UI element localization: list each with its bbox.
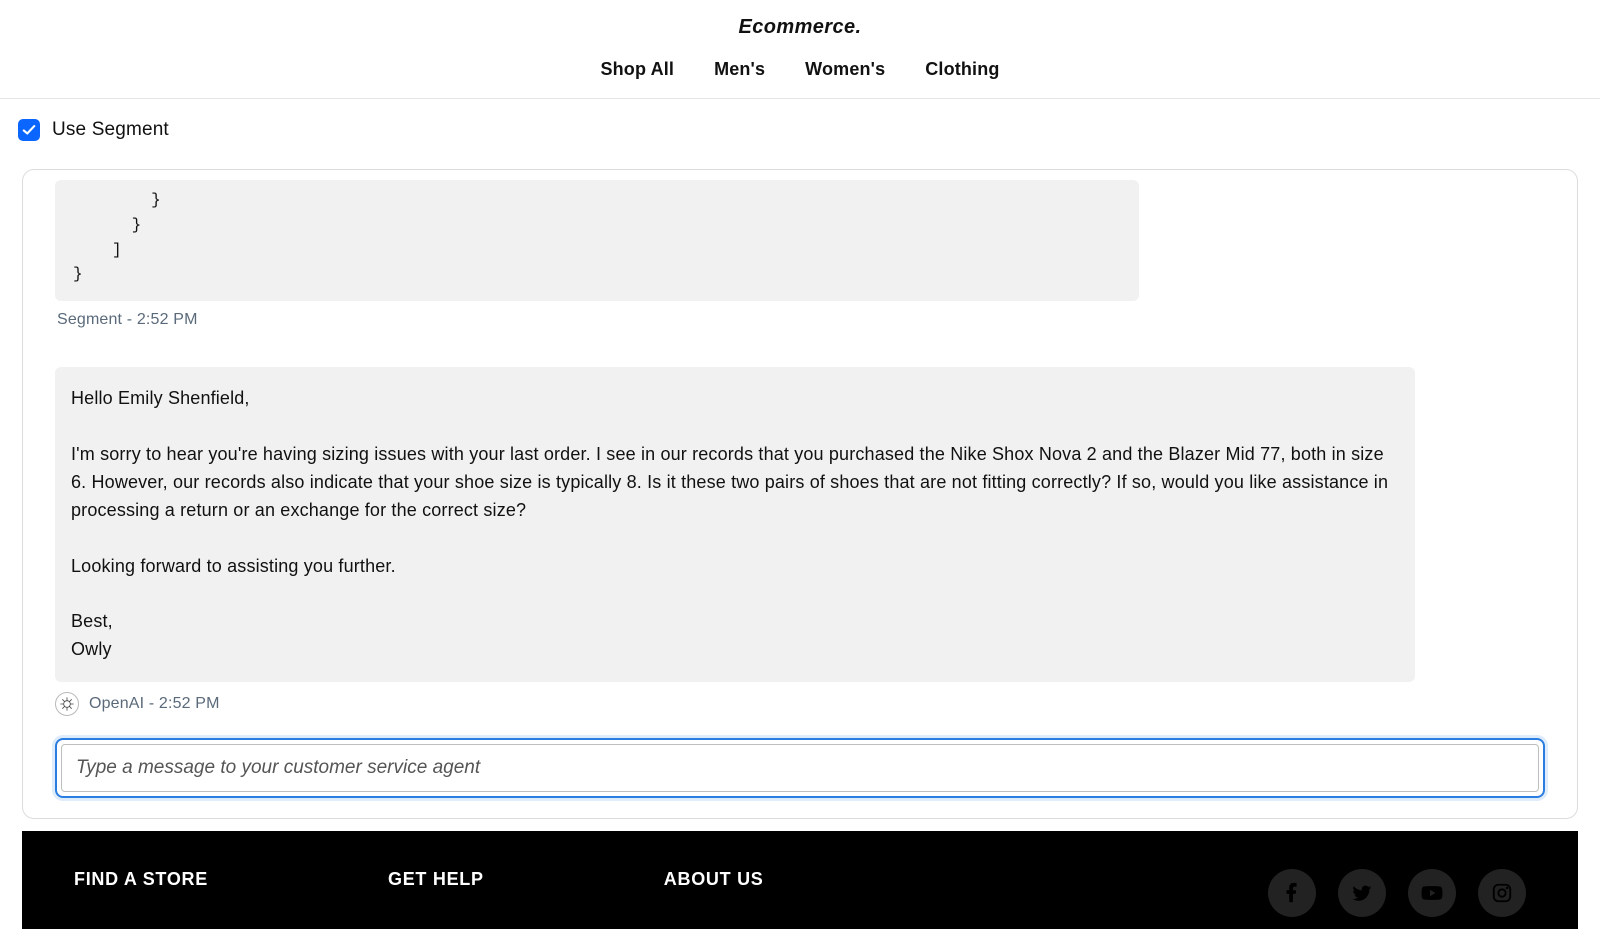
nav-clothing[interactable]: Clothing: [925, 59, 999, 80]
check-icon: [22, 123, 36, 137]
nav-womens[interactable]: Women's: [805, 59, 885, 80]
footer-get-help[interactable]: GET HELP: [388, 869, 484, 890]
segment-message-meta: Segment - 2:52 PM: [57, 311, 1545, 329]
nav-mens[interactable]: Men's: [714, 59, 765, 80]
footer-find-store-heading: FIND A STORE: [74, 869, 208, 890]
assistant-message-text: Hello Emily Shenfield, I'm sorry to hear…: [71, 385, 1399, 664]
footer-about-us[interactable]: ABOUT US: [664, 869, 764, 890]
primary-nav: Shop All Men's Women's Clothing: [0, 59, 1600, 98]
segment-code-block: } } ] }: [55, 180, 1139, 301]
assistant-message-meta: OpenAI - 2:52 PM: [89, 695, 220, 713]
segment-toggle-row: Use Segment: [0, 99, 1600, 147]
footer-social: [1268, 869, 1526, 917]
nav-shop-all[interactable]: Shop All: [600, 59, 674, 80]
chat-input[interactable]: [61, 744, 1539, 792]
footer-columns: FIND A STORE GET HELP ABOUT US: [74, 869, 764, 890]
assistant-message: Hello Emily Shenfield, I'm sorry to hear…: [55, 367, 1415, 682]
site-footer: FIND A STORE GET HELP ABOUT US: [22, 831, 1578, 929]
assistant-message-meta-row: OpenAI - 2:52 PM: [55, 692, 1545, 716]
instagram-icon[interactable]: [1478, 869, 1526, 917]
chat-panel: } } ] } Segment - 2:52 PM Hello Emily Sh…: [22, 169, 1578, 819]
facebook-icon[interactable]: [1268, 869, 1316, 917]
site-header: Ecommerce. Shop All Men's Women's Clothi…: [0, 0, 1600, 99]
openai-icon: [55, 692, 79, 716]
footer-about-us-heading: ABOUT US: [664, 869, 764, 890]
use-segment-checkbox[interactable]: [18, 119, 40, 141]
chat-input-container: [55, 738, 1545, 798]
use-segment-label: Use Segment: [52, 119, 169, 141]
youtube-icon[interactable]: [1408, 869, 1456, 917]
twitter-icon[interactable]: [1338, 869, 1386, 917]
footer-find-store[interactable]: FIND A STORE: [74, 869, 208, 890]
site-logo: Ecommerce.: [0, 16, 1600, 39]
footer-get-help-heading: GET HELP: [388, 869, 484, 890]
